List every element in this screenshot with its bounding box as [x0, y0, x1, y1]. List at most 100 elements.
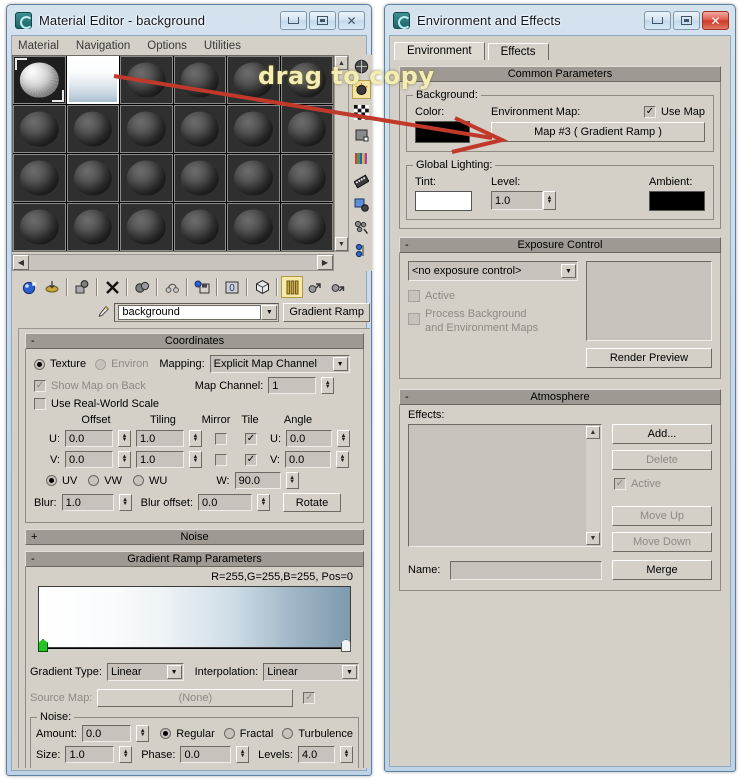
gradient-ramp-rollout-header[interactable]: - Gradient Ramp Parameters	[25, 551, 364, 567]
w-angle-spinner[interactable]: ▲ ▼	[285, 472, 299, 489]
rotate-button[interactable]: Rotate	[283, 493, 342, 512]
add-effect-button[interactable]: Add...	[612, 424, 712, 444]
mirror-checkbox-1[interactable]	[215, 453, 227, 466]
close-button[interactable]: ✕	[702, 11, 729, 30]
menu-material[interactable]: Material	[18, 40, 59, 52]
minimize-button[interactable]	[280, 11, 307, 30]
sample-slot-7[interactable]	[13, 105, 66, 153]
put-to-library-icon[interactable]	[191, 276, 213, 298]
atmosphere-expand-marker[interactable]: -	[405, 391, 409, 403]
sample-slot-11[interactable]	[227, 105, 280, 153]
map-type-button[interactable]: Gradient Ramp	[283, 302, 370, 322]
process-background-checkbox[interactable]	[408, 313, 420, 325]
show-end-result-icon[interactable]	[281, 276, 303, 298]
blur-field[interactable]: 1.0	[61, 494, 114, 511]
tile-checkbox-0[interactable]: ✓	[245, 432, 257, 445]
background-checker-icon[interactable]	[352, 103, 371, 122]
environment-map-button[interactable]: Map #3 ( Gradient Ramp )	[491, 122, 705, 142]
maximize-button[interactable]	[309, 11, 336, 30]
sample-slot-16[interactable]	[173, 154, 226, 202]
environ-radio[interactable]	[95, 358, 107, 370]
gradient-type-dropdown[interactable]: Linear ▼	[106, 663, 184, 681]
gradient-ramp-expand-marker[interactable]: -	[31, 553, 35, 565]
sample-slot-9[interactable]	[120, 105, 173, 153]
options-icon[interactable]	[352, 195, 371, 214]
exposure-control-dropdown-arrow[interactable]: ▼	[561, 264, 576, 278]
material-name-combo[interactable]: background ▼	[114, 302, 280, 322]
level-spinner[interactable]: ▲ ▼	[543, 191, 556, 210]
fractal-radio[interactable]	[223, 728, 235, 739]
environment-effects-titlebar[interactable]: Environment and Effects ✕	[385, 5, 735, 35]
texture-radio[interactable]	[34, 358, 45, 370]
use-map-checkbox[interactable]: ✓	[643, 106, 656, 118]
reset-map-material-icon[interactable]	[101, 276, 123, 298]
atmosphere-rollout-header[interactable]: - Atmosphere	[399, 389, 721, 405]
turbulence-radio[interactable]	[282, 728, 294, 739]
coordinates-expand-marker[interactable]: -	[31, 335, 35, 347]
merge-button[interactable]: Merge	[612, 560, 712, 580]
exposure-control-expand-marker[interactable]: -	[405, 239, 409, 251]
menu-options[interactable]: Options	[147, 40, 187, 52]
size-field[interactable]: 1.0	[65, 746, 115, 763]
tint-color-swatch[interactable]	[415, 191, 472, 211]
sample-slots-grid[interactable]	[13, 56, 333, 251]
backlight-icon[interactable]	[352, 80, 371, 99]
w-angle-field[interactable]: 90.0	[234, 472, 281, 489]
sample-slot-8[interactable]	[66, 105, 119, 153]
tiling-spinner-1[interactable]: ▲ ▼	[189, 451, 202, 468]
move-up-button[interactable]: Move Up	[612, 506, 712, 526]
blur-spinner[interactable]: ▲ ▼	[118, 494, 132, 511]
noise-rollout-header[interactable]: + Noise	[25, 529, 364, 545]
material-name-value[interactable]: background	[118, 304, 262, 320]
sample-slot-17[interactable]	[227, 154, 280, 202]
sample-slot-22[interactable]	[173, 203, 226, 251]
slots-scroll-left-button[interactable]: ◀	[13, 255, 29, 270]
tab-effects[interactable]: Effects	[487, 43, 549, 61]
size-spinner[interactable]: ▲ ▼	[119, 746, 133, 763]
delete-effect-button[interactable]: Delete	[612, 450, 712, 470]
regular-radio[interactable]	[160, 728, 172, 739]
minimize-button[interactable]	[644, 11, 671, 30]
get-material-icon[interactable]	[18, 276, 40, 298]
sample-slot-5[interactable]	[227, 56, 280, 104]
sample-slot-6[interactable]	[280, 56, 333, 104]
material-id-channel-icon[interactable]	[352, 241, 371, 260]
sample-slot-12[interactable]	[280, 105, 333, 153]
make-preview-icon[interactable]	[352, 172, 371, 191]
phase-field[interactable]: 0.0	[180, 746, 232, 763]
offset-spinner-0[interactable]: ▲ ▼	[118, 430, 131, 447]
levels-field[interactable]: 4.0	[297, 746, 336, 763]
maximize-button[interactable]	[673, 11, 700, 30]
angle-spinner-1[interactable]: ▲ ▼	[336, 451, 349, 468]
close-button[interactable]: ✕	[338, 11, 365, 30]
background-color-swatch[interactable]	[415, 121, 470, 143]
noise-expand-marker[interactable]: +	[31, 531, 37, 543]
make-unique-icon[interactable]	[161, 276, 183, 298]
coordinates-rollout-header[interactable]: - Coordinates	[25, 333, 364, 349]
angle-spinner-0[interactable]: ▲ ▼	[337, 430, 350, 447]
effects-scroll-down-button[interactable]: ▼	[586, 532, 600, 545]
phase-spinner[interactable]: ▲ ▼	[236, 746, 250, 763]
level-field[interactable]: 1.0	[491, 191, 543, 210]
blur-offset-field[interactable]: 0.0	[198, 494, 253, 511]
atmosphere-effects-list[interactable]: ▲ ▼	[408, 424, 602, 547]
map-channel-spinner[interactable]: ▲ ▼	[321, 377, 335, 394]
sample-slot-18[interactable]	[280, 154, 333, 202]
menu-utilities[interactable]: Utilities	[204, 40, 241, 52]
material-name-dropdown-arrow[interactable]: ▼	[261, 304, 278, 320]
material-editor-toolbar[interactable]: 0	[18, 275, 370, 299]
video-color-check-icon[interactable]	[352, 149, 371, 168]
menu-navigation[interactable]: Navigation	[76, 40, 130, 52]
slots-scroll-down-button[interactable]: ▼	[335, 237, 348, 251]
common-parameters-rollout-header[interactable]: - Common Parameters	[399, 66, 721, 82]
tiling-field-1[interactable]: 1.0	[136, 451, 184, 468]
levels-spinner[interactable]: ▲ ▼	[340, 746, 354, 763]
wu-radio[interactable]	[133, 475, 145, 486]
sample-slot-21[interactable]	[120, 203, 173, 251]
make-material-copy-icon[interactable]	[131, 276, 153, 298]
sample-slot-23[interactable]	[227, 203, 280, 251]
put-material-to-scene-icon[interactable]	[41, 276, 63, 298]
material-rollout-panel[interactable]: - Coordinates Texture Environ Mapping: E…	[18, 328, 370, 768]
assign-material-to-selection-icon[interactable]	[71, 276, 93, 298]
sample-slot-3[interactable]	[120, 56, 173, 104]
